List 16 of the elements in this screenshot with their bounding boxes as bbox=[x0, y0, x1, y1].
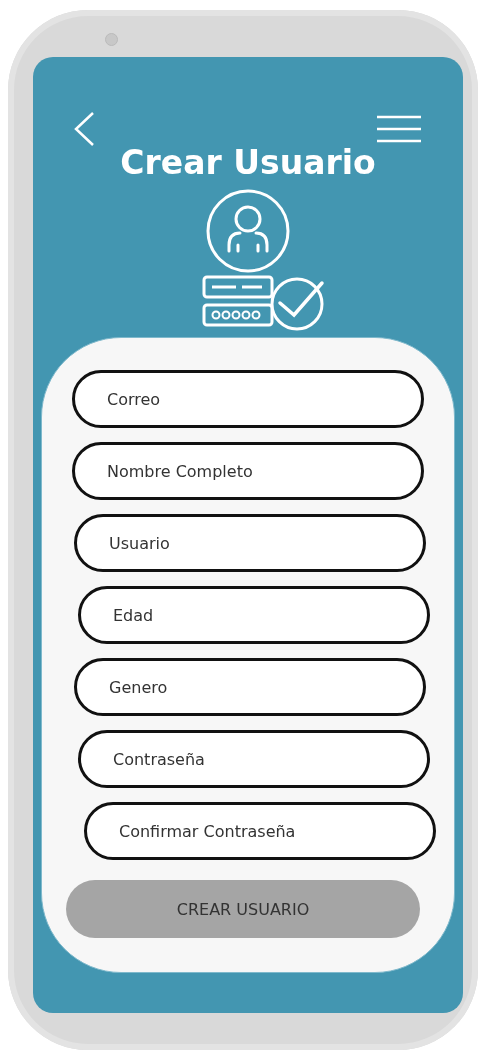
back-button[interactable] bbox=[73, 111, 95, 147]
input-field[interactable]: Edad bbox=[78, 586, 430, 644]
menu-button[interactable] bbox=[377, 115, 421, 143]
camera-dot bbox=[105, 33, 118, 46]
input-field[interactable]: Genero bbox=[74, 658, 426, 716]
input-field[interactable]: Confirmar Contraseña bbox=[84, 802, 436, 860]
create-user-button[interactable]: CREAR USUARIO bbox=[66, 880, 420, 938]
input-field[interactable]: Usuario bbox=[74, 514, 426, 572]
page-title: Crear Usuario bbox=[120, 143, 376, 183]
user-icon bbox=[206, 189, 290, 273]
back-icon bbox=[73, 111, 95, 147]
input-field[interactable]: Correo bbox=[72, 370, 424, 428]
input-field[interactable]: Contraseña bbox=[78, 730, 430, 788]
input-field[interactable]: Nombre Completo bbox=[72, 442, 424, 500]
menu-icon bbox=[377, 115, 421, 143]
credentials-check-icon bbox=[202, 275, 326, 331]
